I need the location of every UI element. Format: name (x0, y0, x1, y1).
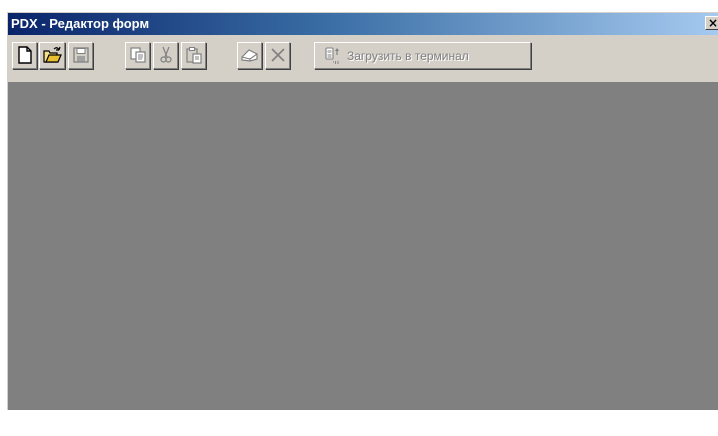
upload-to-terminal-button[interactable]: Загрузить в терминал (314, 42, 531, 69)
delete-x-icon (271, 48, 285, 62)
paste-button[interactable] (181, 42, 206, 69)
paste-clipboard-icon (186, 47, 202, 64)
eraser-icon (241, 49, 258, 62)
new-document-icon (18, 46, 32, 64)
close-button[interactable]: × (705, 16, 718, 30)
main-window: PDX - Редактор форм × Загрузить в термин… (7, 12, 718, 410)
delete-button[interactable] (265, 42, 290, 69)
close-icon: × (707, 16, 718, 30)
terminal-upload-icon (325, 47, 339, 64)
open-folder-icon (43, 46, 62, 63)
open-button[interactable] (39, 42, 65, 69)
upload-to-terminal-label: Загрузить в терминал (347, 49, 469, 63)
new-button[interactable] (12, 42, 37, 69)
copy-icon (130, 47, 146, 63)
toolbar: Загрузить в терминал (8, 35, 718, 82)
erase-button[interactable] (237, 42, 262, 69)
copy-button[interactable] (125, 42, 150, 69)
cut-button[interactable] (153, 42, 178, 69)
save-disk-icon (73, 47, 89, 63)
window-title: PDX - Редактор форм (11, 16, 150, 31)
save-button[interactable] (68, 42, 93, 69)
scissors-icon (160, 46, 172, 63)
form-workspace[interactable] (8, 82, 718, 410)
title-bar[interactable]: PDX - Редактор форм × (8, 13, 718, 35)
